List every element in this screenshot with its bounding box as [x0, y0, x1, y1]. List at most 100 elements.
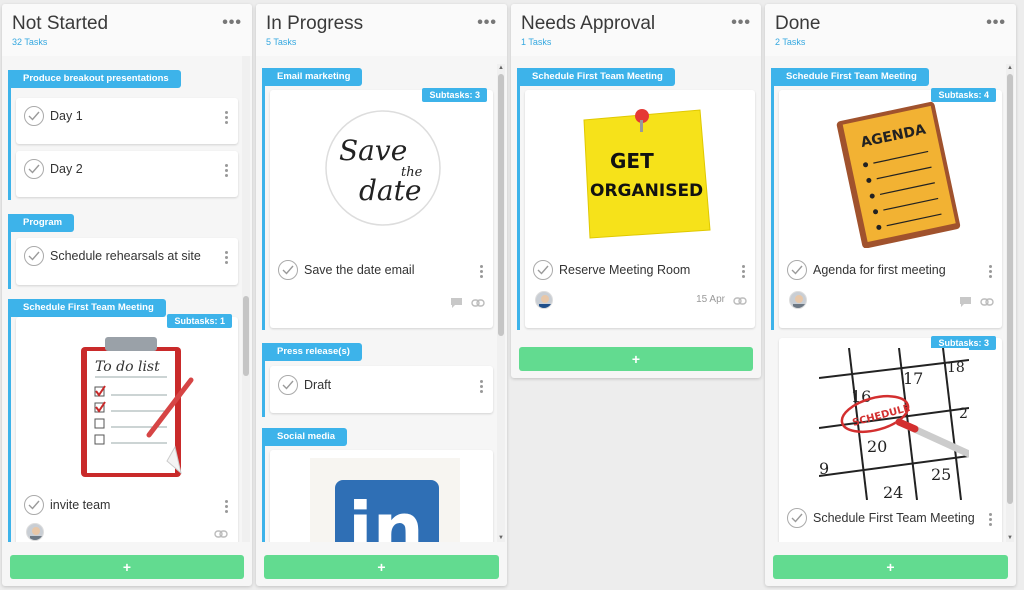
- task-card[interactable]: Subtasks: 3 Save the date Save the date …: [270, 88, 493, 328]
- comment-icon[interactable]: [450, 297, 463, 309]
- scroll-up-icon[interactable]: ▲: [497, 64, 505, 72]
- schedule-calendar-image: 16 17 18 20 25 24 9 2 SCHEDULE: [819, 348, 969, 500]
- check-icon[interactable]: [787, 260, 807, 280]
- task-group: Schedule First Team Meeting Subtasks: 1 …: [8, 299, 238, 542]
- task-title: Schedule First Team Meeting: [813, 511, 975, 525]
- link-icon[interactable]: [733, 296, 747, 306]
- subtasks-badge[interactable]: Subtasks: 3: [422, 88, 487, 102]
- task-group: Program Schedule rehearsals at site: [8, 214, 238, 289]
- column-body: Schedule First Team Meeting GET ORGANISE…: [511, 56, 761, 378]
- scroll-down-icon[interactable]: ▼: [1006, 534, 1014, 542]
- task-group: Email marketing Subtasks: 3 Save the dat…: [262, 68, 493, 330]
- kanban-board: Not Started 32 Tasks ••• Produce breakou…: [0, 0, 1024, 590]
- column-body: Produce breakout presentations Day 1 Day…: [2, 56, 252, 542]
- group-tag[interactable]: Social media: [265, 428, 348, 446]
- group-tag[interactable]: Press release(s): [265, 343, 362, 361]
- task-group: Press release(s) Draft: [262, 343, 493, 417]
- task-group: Schedule First Team Meeting GET ORGANISE…: [517, 68, 755, 330]
- kebab-icon[interactable]: [479, 265, 483, 279]
- check-icon[interactable]: [24, 246, 44, 266]
- column-header: Needs Approval 1 Tasks •••: [511, 4, 761, 56]
- column-needs-approval: Needs Approval 1 Tasks ••• Schedule Firs…: [511, 4, 761, 378]
- column-scrollbar[interactable]: [242, 56, 250, 542]
- column-title: Needs Approval: [521, 13, 656, 34]
- group-tag[interactable]: Produce breakout presentations: [11, 70, 181, 88]
- add-task-button[interactable]: +: [264, 555, 499, 579]
- column-scrollbar[interactable]: ▲ ▼: [497, 64, 505, 542]
- column-in-progress: In Progress 5 Tasks ••• Email marketing …: [256, 4, 507, 586]
- svg-text:18: 18: [947, 360, 965, 376]
- group-tag[interactable]: Schedule First Team Meeting: [11, 299, 166, 317]
- subtasks-badge[interactable]: Subtasks: 1: [167, 314, 232, 328]
- svg-text:2: 2: [959, 406, 968, 422]
- kebab-icon[interactable]: [224, 164, 228, 178]
- task-card[interactable]: in: [270, 450, 493, 542]
- scroll-thumb[interactable]: [243, 296, 249, 376]
- column-menu-icon[interactable]: •••: [986, 14, 1006, 32]
- column-header: Not Started 32 Tasks •••: [2, 4, 252, 56]
- avatar-icon[interactable]: [26, 523, 44, 541]
- task-card[interactable]: Schedule rehearsals at site: [16, 238, 238, 285]
- task-card[interactable]: Subtasks: 4 AGENDA Agenda for first meet…: [779, 88, 1002, 328]
- comment-icon[interactable]: [959, 296, 972, 308]
- task-card[interactable]: Subtasks: 3 16 17 18 20 25 24 9 2 SCHEDU…: [779, 336, 1002, 542]
- task-title: Schedule rehearsals at site: [50, 249, 201, 263]
- svg-text:24: 24: [883, 483, 903, 500]
- kebab-icon[interactable]: [741, 265, 745, 279]
- column-task-count: 2 Tasks: [775, 37, 806, 47]
- due-date: 15 Apr: [696, 294, 725, 305]
- group-tag[interactable]: Program: [11, 214, 75, 232]
- linkedin-image: in: [310, 458, 460, 542]
- task-card[interactable]: Subtasks: 1 To do list invite team: [16, 314, 238, 542]
- column-menu-icon[interactable]: •••: [222, 14, 242, 32]
- get-organised-image: GET ORGANISED: [578, 100, 718, 240]
- task-card[interactable]: Day 1: [16, 98, 238, 144]
- scroll-down-icon[interactable]: ▼: [497, 534, 505, 542]
- column-body: Schedule First Team Meeting Subtasks: 4 …: [765, 56, 1016, 542]
- check-icon[interactable]: [278, 260, 298, 280]
- add-task-button[interactable]: +: [773, 555, 1008, 579]
- task-group: Social media in: [262, 428, 493, 542]
- column-not-started: Not Started 32 Tasks ••• Produce breakou…: [2, 4, 252, 586]
- check-icon[interactable]: [278, 375, 298, 395]
- check-icon[interactable]: [24, 106, 44, 126]
- task-card[interactable]: Draft: [270, 366, 493, 413]
- check-icon[interactable]: [533, 260, 553, 280]
- kebab-icon[interactable]: [988, 513, 992, 527]
- todo-list-image: To do list: [81, 337, 194, 477]
- check-icon[interactable]: [24, 159, 44, 179]
- check-icon[interactable]: [24, 495, 44, 515]
- avatar-icon[interactable]: [535, 291, 553, 309]
- group-tag[interactable]: Schedule First Team Meeting: [520, 68, 675, 86]
- kebab-icon[interactable]: [479, 380, 483, 394]
- svg-text:20: 20: [867, 437, 887, 456]
- save-text: Save: [339, 134, 407, 167]
- add-task-button[interactable]: +: [519, 347, 753, 371]
- organised-text: ORGANISED: [590, 181, 703, 201]
- scroll-thumb[interactable]: [1007, 74, 1013, 504]
- kebab-icon[interactable]: [988, 265, 992, 279]
- link-icon[interactable]: [471, 298, 485, 308]
- column-task-count: 5 Tasks: [266, 37, 297, 47]
- column-menu-icon[interactable]: •••: [731, 14, 751, 32]
- group-tag[interactable]: Email marketing: [265, 68, 363, 86]
- task-title: invite team: [50, 498, 111, 512]
- add-task-button[interactable]: +: [10, 555, 244, 579]
- task-card[interactable]: GET ORGANISED Reserve Meeting Room 15 Ap…: [525, 90, 755, 328]
- avatar-icon[interactable]: [789, 291, 807, 309]
- column-menu-icon[interactable]: •••: [477, 14, 497, 32]
- group-tag[interactable]: Schedule First Team Meeting: [774, 68, 929, 86]
- kebab-icon[interactable]: [224, 111, 228, 125]
- kebab-icon[interactable]: [224, 500, 228, 514]
- scroll-up-icon[interactable]: ▲: [1006, 64, 1014, 72]
- task-title: Draft: [304, 378, 332, 392]
- scroll-thumb[interactable]: [498, 74, 504, 336]
- link-icon[interactable]: [214, 529, 228, 539]
- link-icon[interactable]: [980, 297, 994, 307]
- check-icon[interactable]: [787, 508, 807, 528]
- kebab-icon[interactable]: [224, 251, 228, 265]
- task-card[interactable]: Day 2: [16, 151, 238, 197]
- column-header: In Progress 5 Tasks •••: [256, 4, 507, 56]
- column-body: Email marketing Subtasks: 3 Save the dat…: [256, 56, 507, 542]
- column-scrollbar[interactable]: ▲ ▼: [1006, 64, 1014, 542]
